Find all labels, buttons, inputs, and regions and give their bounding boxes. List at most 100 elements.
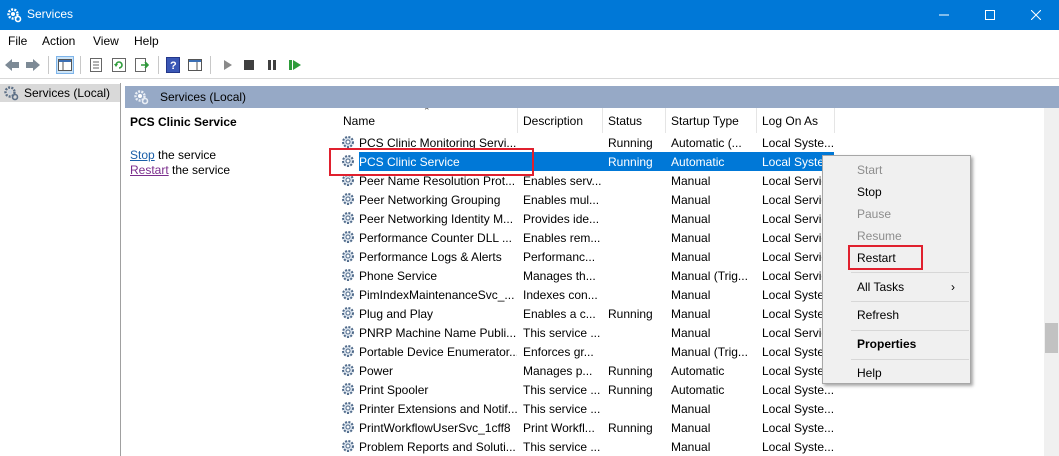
table-row[interactable]: Problem Reports and Soluti... This servic… [335,437,1044,456]
table-row[interactable]: PrintWorkflowUserSvc_1cff8 Print Workfl..… [335,418,1044,437]
services-gear-icon [4,86,19,101]
service-gear-icon [342,421,354,433]
cell-startup-type: Manual [671,231,711,245]
menu-view[interactable]: View [93,34,119,48]
services-gear-icon [134,90,149,105]
toolbar-separator [210,56,211,74]
highlight-restart-box [848,245,923,270]
close-icon [1031,10,1041,20]
cell-name: Problem Reports and Soluti... [359,440,516,454]
back-button[interactable] [3,56,21,74]
submenu-chevron-right-icon: › [951,280,955,294]
scrollbar-thumb[interactable] [1045,323,1058,353]
restart-service-link[interactable]: Restart [130,163,169,177]
cell-startup-type: Manual [671,421,711,435]
stop-icon [244,60,254,70]
minimize-button[interactable] [921,0,967,30]
cell-description: This service ... [523,326,601,340]
cell-name: PNRP Machine Name Publi... [359,326,517,340]
context-menu-stop[interactable]: Stop [857,185,882,199]
column-header-startup-type[interactable]: Startup Type [666,108,757,133]
cell-startup-type: Manual [671,174,711,188]
toolbar-separator [80,56,81,74]
maximize-button[interactable] [967,0,1013,30]
column-header-name[interactable]: Name [338,108,518,133]
cell-startup-type: Manual [671,440,711,454]
tree-item-label: Services (Local) [24,86,111,100]
cell-name: Phone Service [359,269,438,283]
tree-item-services-local[interactable]: Services (Local) [0,84,120,102]
context-menu-resume[interactable]: Resume [857,229,902,243]
back-arrow-icon [5,59,19,71]
svg-text:?: ? [170,60,177,72]
minimize-icon [939,14,949,16]
cell-log-on-as: Local Syste... [762,136,834,150]
context-menu-all-tasks[interactable]: All Tasks [857,280,904,294]
forward-button[interactable] [24,56,42,74]
properties-toolbar-button[interactable] [87,56,105,74]
service-gear-icon [342,440,354,452]
properties-sheet-icon [90,58,102,72]
context-menu-pause[interactable]: Pause [857,207,891,221]
selected-service-title: PCS Clinic Service [130,115,237,129]
close-button[interactable] [1013,0,1059,30]
cell-name: Peer Networking Grouping [359,193,501,207]
vertical-scrollbar[interactable] [1044,108,1059,456]
forward-arrow-icon [26,59,40,71]
cell-startup-type: Manual [671,326,711,340]
pane-header-label: Services (Local) [160,90,247,104]
maximize-icon [985,10,995,20]
cell-log-on-as: Local Syste... [762,402,834,416]
context-menu-separator [851,301,969,302]
context-menu-separator [851,272,969,273]
cell-startup-type: Automatic (... [671,136,742,150]
restart-service-button[interactable] [286,56,304,74]
pane-header: Services (Local) [125,86,1059,108]
show-hide-console-tree-button[interactable] [56,56,74,74]
stop-suffix-text: the service [154,148,217,162]
menu-action[interactable]: Action [42,34,75,48]
menu-help[interactable]: Help [134,34,159,48]
cell-description: Enables rem... [523,231,601,245]
pause-service-button[interactable] [263,56,281,74]
toolbar: ? [0,52,1059,79]
table-row[interactable]: Printer Extensions and Notif... This serv… [335,399,1044,418]
stop-service-button[interactable] [240,56,258,74]
export-list-button[interactable] [133,56,151,74]
cell-description: This service ... [523,440,601,454]
cell-name: Plug and Play [359,307,434,321]
column-header-description[interactable]: Description [518,108,603,133]
help-toolbar-button[interactable]: ? [164,56,182,74]
toolbar-separator [158,56,159,74]
cell-startup-type: Manual [671,307,711,321]
cell-description: This service ... [523,383,601,397]
service-gear-icon [342,231,354,243]
restart-service-line: Restart the service [130,163,230,177]
column-header-status[interactable]: Status [603,108,666,133]
refresh-toolbar-button[interactable] [110,56,128,74]
cell-log-on-as: Local Syste... [762,421,834,435]
context-menu-separator [851,359,969,360]
cell-description: Enforces gr... [523,345,594,359]
start-service-button[interactable] [219,56,237,74]
show-action-pane-button[interactable] [186,56,204,74]
cell-name: Power [359,364,394,378]
cell-description: Manages th... [523,269,596,283]
cell-status: Running [608,383,653,397]
service-gear-icon [342,212,354,224]
column-header-log-on-as[interactable]: Log On As [757,108,835,133]
cell-startup-type: Manual [671,288,711,302]
menu-file[interactable]: File [8,34,27,48]
context-menu-help[interactable]: Help [857,366,882,380]
services-gear-icon [7,8,22,23]
context-menu-properties[interactable]: Properties [857,337,916,351]
context-menu-separator [851,330,969,331]
context-menu-start[interactable]: Start [857,163,882,177]
export-list-icon [135,58,149,72]
action-pane-icon [188,59,202,71]
highlight-selected-service-box [329,148,534,176]
pause-icon [268,60,276,70]
stop-service-link[interactable]: Stop [130,148,155,162]
cell-description: Indexes con... [523,288,598,302]
context-menu-refresh[interactable]: Refresh [857,308,899,322]
